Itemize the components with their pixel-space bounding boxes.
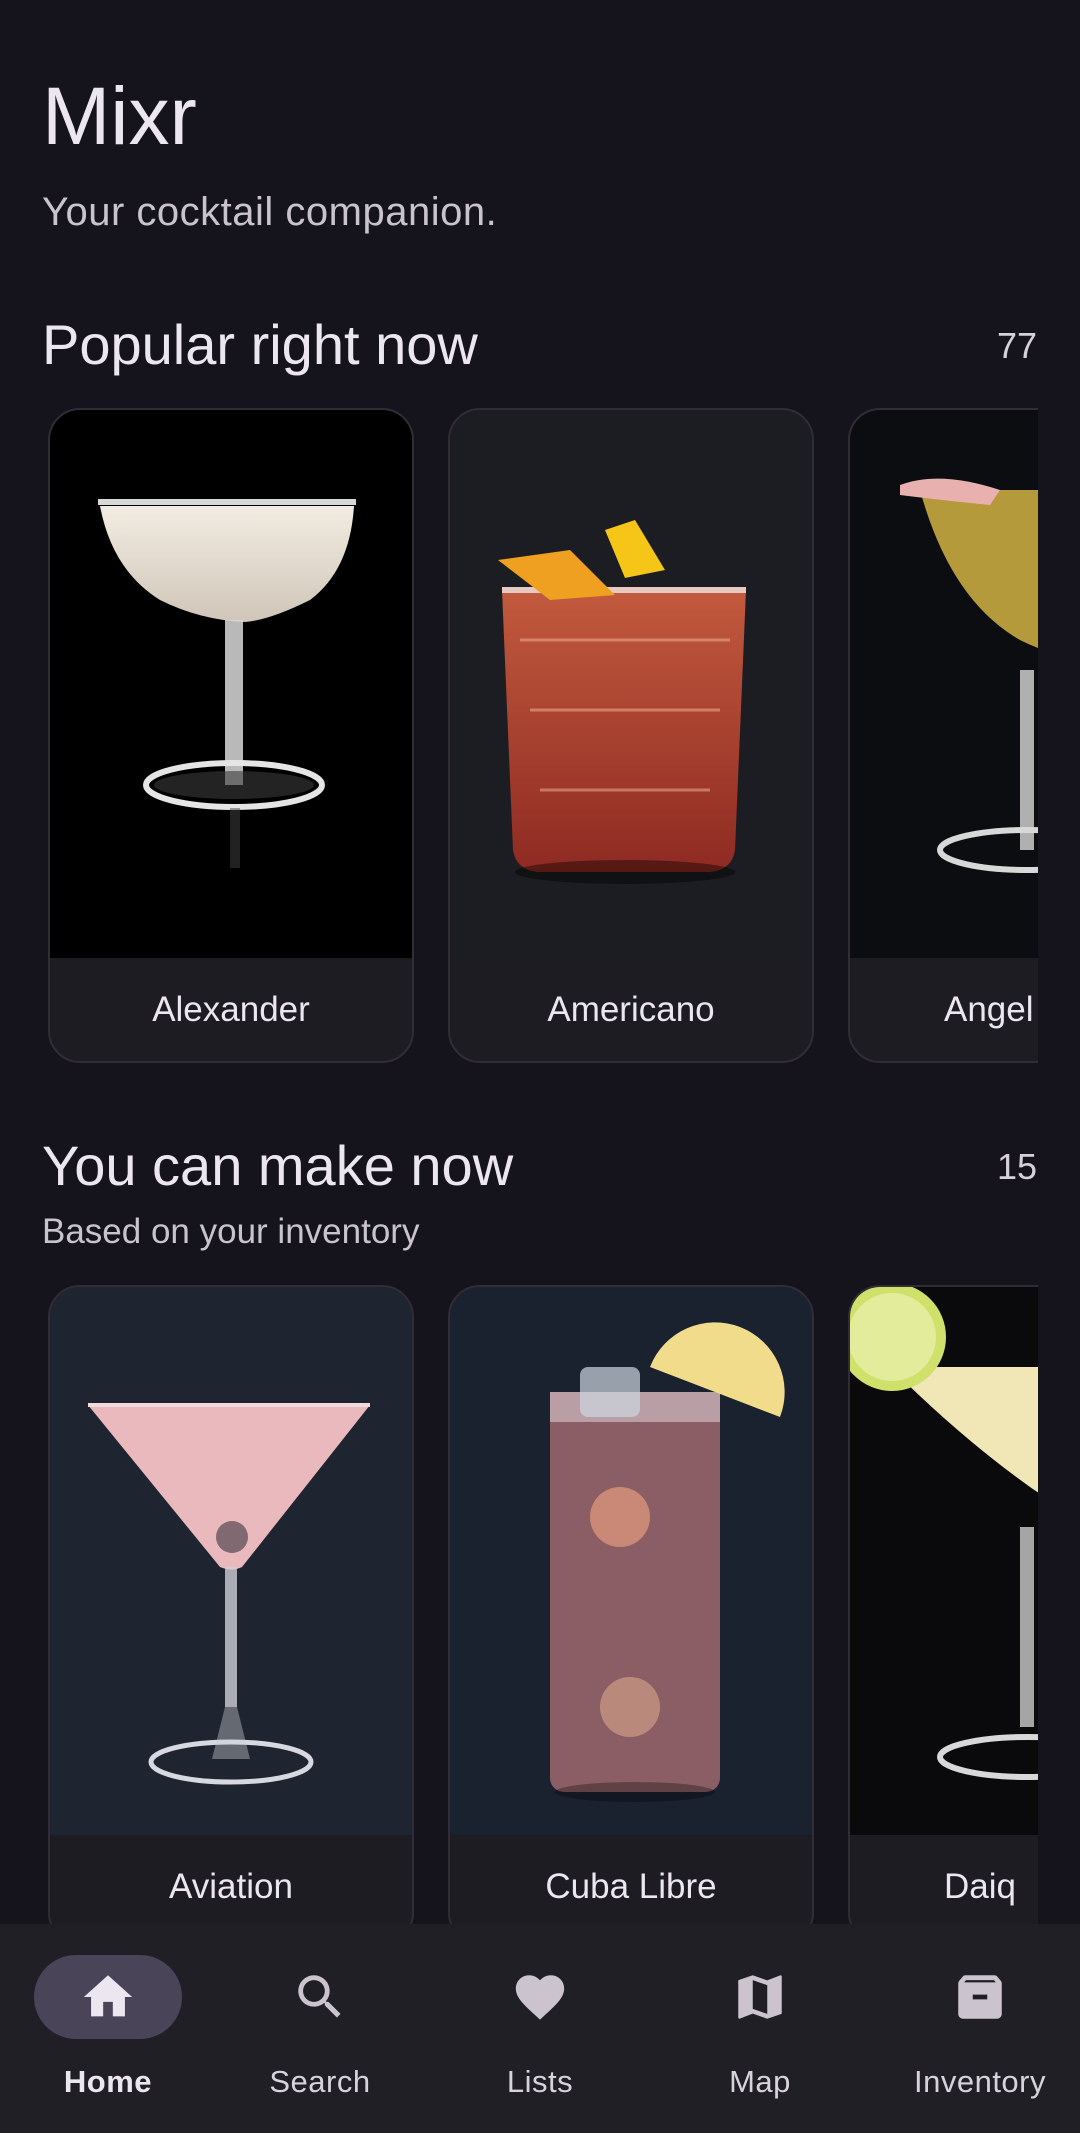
cocktail-image	[50, 1287, 412, 1835]
cocktail-name: Cuba Libre	[545, 1867, 717, 1906]
nav-pill	[906, 1955, 1054, 2039]
archive-icon	[958, 1975, 1002, 2019]
nav-pill	[686, 1955, 834, 2039]
nav-label: Map	[729, 2064, 791, 2099]
home-screen: Mixr Your cocktail companion. Popular ri…	[0, 0, 1080, 2133]
nav-pill	[466, 1955, 614, 2039]
cocktail-image	[50, 410, 412, 958]
cocktail-card[interactable]: Americano	[448, 408, 814, 1063]
nav-label: Lists	[506, 2064, 574, 2099]
cocktail-name: Americano	[547, 990, 715, 1029]
cocktail-name: Aviation	[169, 1867, 293, 1906]
nav-pill	[34, 1955, 182, 2039]
nav-label: Search	[269, 2064, 371, 2099]
cocktail-image	[850, 410, 1038, 958]
cocktail-name: Daiq	[944, 1867, 1016, 1906]
nav-item-home[interactable]: Home	[0, 1924, 216, 2133]
cocktail-image	[450, 1287, 812, 1835]
nav-pill	[246, 1955, 394, 2039]
popular-section-title: Popular right now	[42, 313, 478, 376]
search-icon	[298, 1975, 341, 2018]
cocktail-card[interactable]: Angel	[848, 408, 1038, 1063]
cocktail-card[interactable]: Alexander	[48, 408, 414, 1063]
map-icon	[738, 1975, 782, 2019]
home-icon	[83, 1975, 133, 2017]
heart-icon	[515, 1975, 565, 2020]
cocktail-name: Alexander	[152, 990, 310, 1029]
popular-count[interactable]: 77	[997, 325, 1037, 367]
cocktail-image	[450, 410, 812, 958]
app-subtitle: Your cocktail companion.	[42, 190, 498, 234]
cocktail-card[interactable]: Cuba Libre	[448, 1285, 814, 1925]
nav-item-search[interactable]: Search	[212, 1924, 428, 2133]
cocktail-card[interactable]: Daiq	[848, 1285, 1038, 1925]
bottom-navigation: Home Search Lists Map Inventory	[0, 1924, 1080, 2133]
popular-carousel[interactable]: Alexander Americano Angel	[0, 408, 1038, 1066]
nav-label: Inventory	[913, 2064, 1046, 2099]
nav-item-inventory[interactable]: Inventory	[872, 1924, 1080, 2133]
app-title: Mixr	[42, 71, 197, 162]
nav-item-lists[interactable]: Lists	[432, 1924, 648, 2133]
makeable-count[interactable]: 15	[997, 1146, 1037, 1188]
makeable-carousel[interactable]: Aviation Cuba Libre Daiq	[0, 1285, 1038, 1925]
makeable-section-subtitle: Based on your inventory	[42, 1212, 420, 1251]
nav-item-map[interactable]: Map	[652, 1924, 868, 2133]
cocktail-name: Angel	[944, 990, 1034, 1029]
cocktail-image	[850, 1287, 1038, 1835]
makeable-section-title: You can make now	[42, 1134, 514, 1197]
cocktail-card[interactable]: Aviation	[48, 1285, 414, 1925]
nav-label: Home	[63, 2064, 153, 2099]
